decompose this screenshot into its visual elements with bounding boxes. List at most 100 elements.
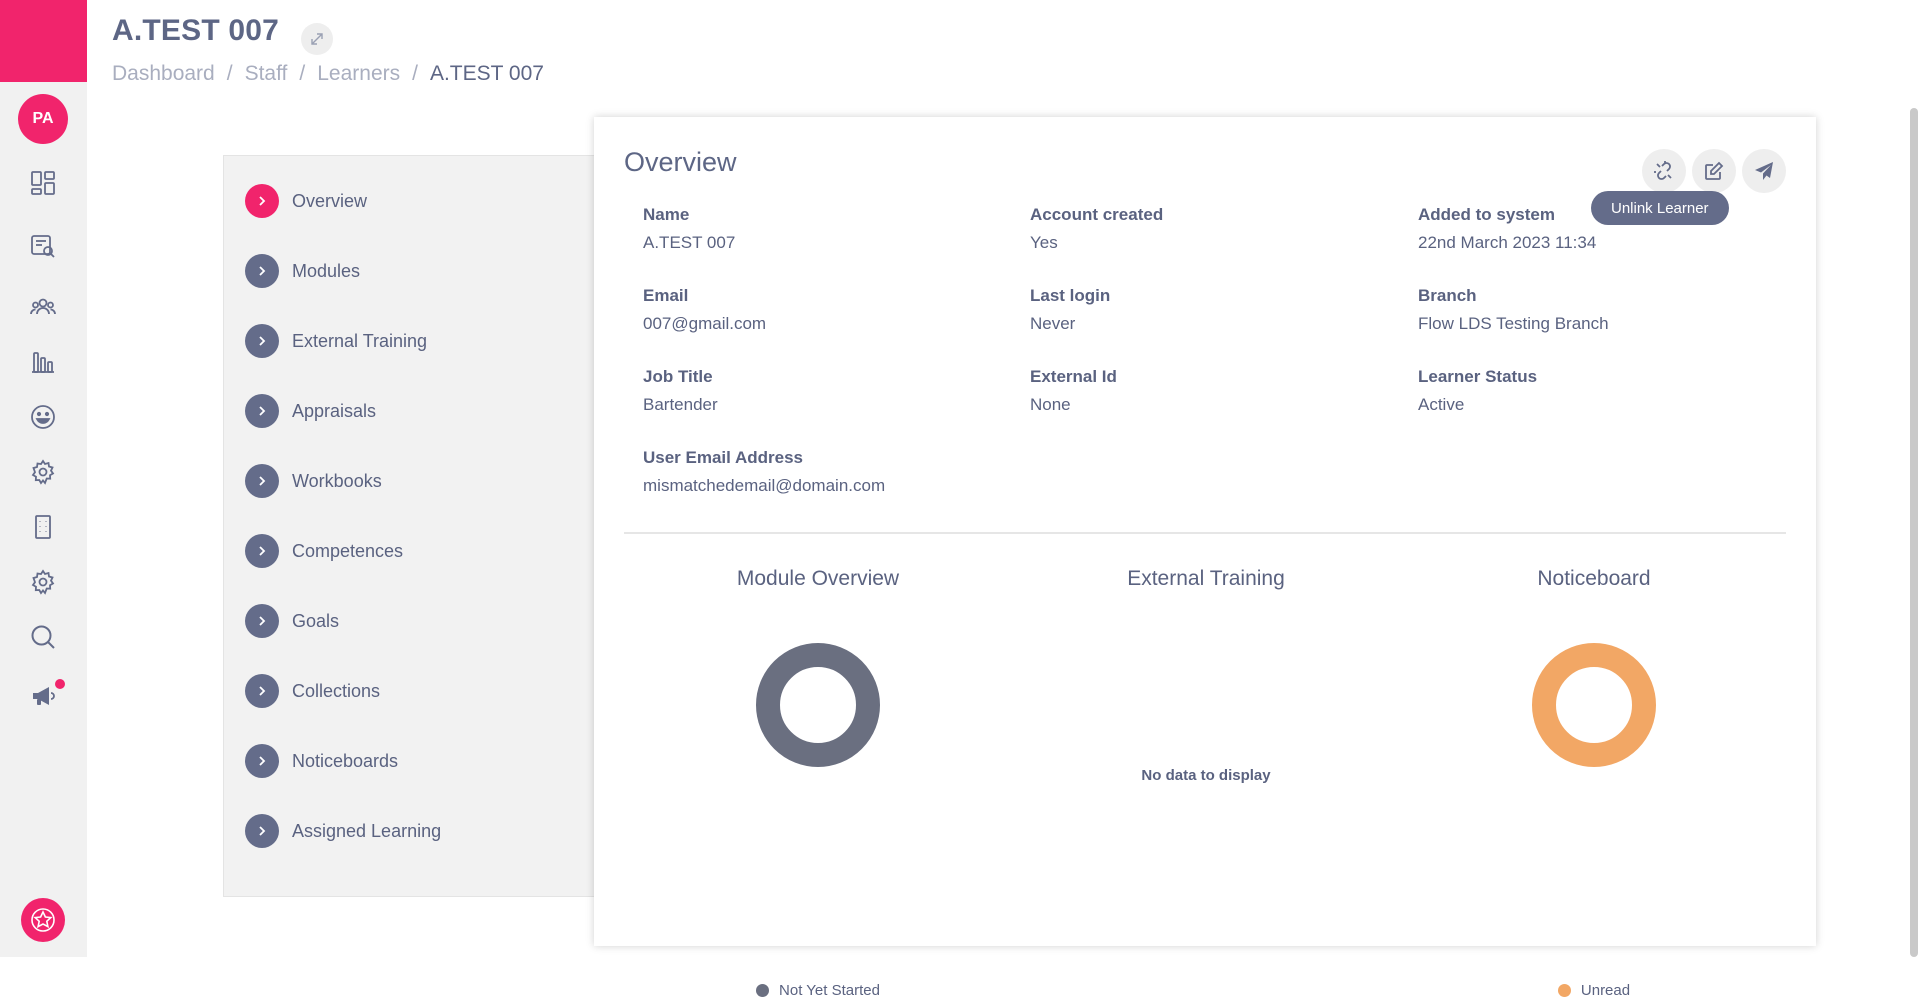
bar-chart-icon[interactable] [28, 346, 58, 376]
field-value: Bartender [643, 395, 718, 414]
field-label: Email [643, 286, 689, 305]
menu-item-label: Competences [292, 540, 404, 561]
field-value: 007@gmail.com [643, 314, 767, 333]
menu-item-label: Overview [292, 190, 368, 211]
menu-item-noticeboards[interactable]: Noticeboards [245, 743, 398, 779]
building-icon[interactable] [28, 512, 58, 542]
field-label: Account created [1030, 205, 1164, 224]
menu-item-overview[interactable]: Overview [245, 183, 367, 219]
chevron-right-icon [245, 394, 279, 428]
chevron-right-icon [245, 324, 279, 358]
breadcrumb-separator: / [412, 62, 418, 85]
breadcrumb-staff[interactable]: Staff [245, 62, 288, 86]
legend-label[interactable]: Not Yet Started [779, 982, 880, 999]
edit-learner-button[interactable] [1692, 149, 1736, 193]
gear-icon[interactable] [28, 457, 58, 487]
field-job-title: Job Title Bartender [643, 367, 718, 415]
breadcrumb-dashboard[interactable]: Dashboard [112, 62, 215, 86]
field-value: Active [1418, 395, 1465, 414]
field-label: Branch [1418, 286, 1477, 305]
chart-title: Module Overview [736, 567, 900, 590]
users-icon[interactable] [28, 292, 58, 322]
page-scrollbar[interactable] [1910, 108, 1918, 957]
field-value: A.TEST 007 [643, 233, 736, 252]
field-label: Added to system [1418, 205, 1555, 224]
menu-item-goals[interactable]: Goals [245, 603, 339, 639]
smile-icon[interactable] [28, 402, 58, 432]
legend-label[interactable]: Unread [1581, 982, 1630, 999]
chevron-right-icon [245, 184, 279, 218]
search-list-icon[interactable] [28, 231, 58, 261]
field-value: mismatchedemail@domain.com [643, 476, 886, 495]
menu-item-external-training[interactable]: External Training [245, 323, 427, 359]
field-learner-status: Learner Status Active [1418, 367, 1537, 415]
menu-item-label: External Training [292, 330, 428, 351]
breadcrumb-separator: / [299, 62, 306, 85]
menu-item-workbooks[interactable]: Workbooks [245, 463, 382, 499]
field-label: External Id [1030, 367, 1117, 386]
menu-item-label: Collections [292, 680, 381, 701]
learner-menu: Overview Modules External Training Appra… [223, 155, 603, 897]
menu-item-label: Appraisals [292, 400, 377, 421]
field-external-id: External Id None [1030, 367, 1117, 415]
send-message-button[interactable] [1742, 149, 1786, 193]
noticeboard-chart: Noticeboard Unread [1400, 567, 1788, 999]
breadcrumb: Dashboard / Staff / Learners / A.TEST 00… [112, 62, 544, 86]
breadcrumb-learners[interactable]: Learners [317, 62, 400, 86]
side-rail: PA [0, 0, 87, 957]
settings-gear-icon[interactable] [28, 567, 58, 597]
brand-logo-block[interactable] [0, 0, 87, 82]
field-name: Name A.TEST 007 [643, 205, 735, 253]
menu-item-label: Modules [292, 260, 361, 281]
field-added-to-system: Added to system 22nd March 2023 11:34 [1418, 205, 1596, 253]
menu-item-competences[interactable]: Competences [245, 533, 403, 569]
field-label: User Email Address [643, 448, 803, 467]
field-value: Flow LDS Testing Branch [1418, 314, 1609, 333]
module-overview-donut[interactable] [756, 643, 880, 767]
field-label: Name [643, 205, 690, 224]
unlink-learner-button[interactable] [1642, 149, 1686, 193]
chevron-right-icon [245, 674, 279, 708]
chart-title: External Training [1127, 567, 1285, 590]
no-data-message: No data to display [1141, 767, 1271, 784]
expand-icon[interactable] [301, 23, 333, 55]
menu-item-label: Noticeboards [292, 750, 399, 771]
noticeboard-donut[interactable] [1532, 643, 1656, 767]
menu-item-label: Assigned Learning [292, 820, 442, 841]
chevron-right-icon [245, 814, 279, 848]
chevron-right-icon [245, 604, 279, 638]
field-label: Learner Status [1418, 367, 1538, 386]
notification-dot [55, 679, 65, 689]
field-user-email-address: User Email Address mismatchedemail@domai… [643, 448, 885, 496]
donut-slice-not-yet-started[interactable] [756, 643, 880, 767]
field-label: Last login [1030, 286, 1111, 305]
megaphone-icon[interactable] [28, 681, 58, 711]
legend-swatch [756, 984, 770, 997]
dashboard-icon[interactable] [28, 168, 58, 198]
chart-legend: Not Yet Started [624, 982, 1012, 999]
menu-item-appraisals[interactable]: Appraisals [245, 393, 376, 429]
overview-card: Overview Unlink Learner Name A.TEST 007 … [594, 117, 1816, 999]
menu-item-collections[interactable]: Collections [245, 673, 380, 709]
breadcrumb-separator: / [226, 62, 233, 85]
field-last-login: Last login Never [1030, 286, 1110, 334]
user-avatar[interactable]: PA [18, 94, 68, 144]
field-value: Yes [1030, 233, 1058, 252]
menu-item-label: Workbooks [292, 470, 382, 491]
chevron-right-icon [245, 744, 279, 778]
chart-title: Noticeboard [1537, 567, 1651, 590]
donut-slice-unread[interactable] [1532, 643, 1656, 767]
module-overview-chart: Module Overview Not Yet Started [624, 567, 1012, 999]
chevron-right-icon [245, 254, 279, 288]
search-icon[interactable] [28, 622, 58, 652]
field-account-created: Account created Yes [1030, 205, 1163, 253]
menu-item-assigned-learning[interactable]: Assigned Learning [245, 813, 441, 849]
external-training-chart: External Training No data to display [1012, 567, 1400, 937]
legend-swatch [1557, 984, 1571, 997]
unlink-learner-tooltip: Unlink Learner [1591, 191, 1729, 225]
field-value: None [1030, 395, 1071, 414]
breadcrumb-current: A.TEST 007 [429, 62, 544, 85]
section-divider [624, 532, 1786, 534]
menu-item-modules[interactable]: Modules [245, 253, 360, 289]
star-badge-icon[interactable] [21, 898, 65, 942]
